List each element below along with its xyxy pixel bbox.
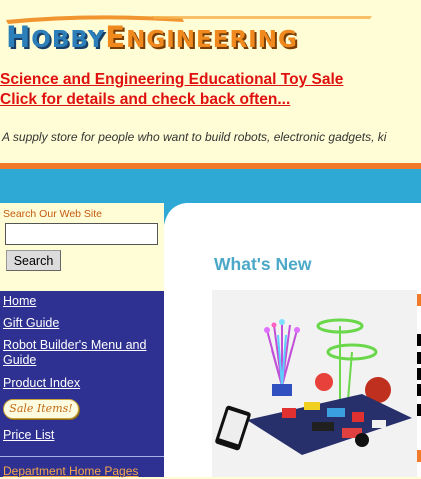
sidebar-item-gift-guide[interactable]: Gift Guide xyxy=(3,316,161,331)
sidebar-item-product-index[interactable]: Product Index xyxy=(3,376,161,391)
sale-link[interactable]: Science and Engineering Educational Toy … xyxy=(0,70,343,90)
main-content: What's New xyxy=(164,203,421,477)
search-panel: Search Our Web Site Search xyxy=(0,203,164,291)
sidebar-item-home[interactable]: Home xyxy=(3,294,161,309)
search-input[interactable] xyxy=(5,223,158,245)
snap-circuits-illustration xyxy=(212,290,417,477)
site-tagline: A supply store for people who want to bu… xyxy=(2,130,387,144)
page-title: What's New xyxy=(214,254,312,274)
content-corner-curve xyxy=(164,203,186,225)
sidebar-divider xyxy=(0,456,164,457)
side-column-clip xyxy=(417,290,421,477)
sidebar-item-robot-builders-guide[interactable]: Robot Builder's Menu and Guide xyxy=(3,338,161,368)
logo-wordmark: HOBBYENGINEERING xyxy=(6,20,298,54)
product-image[interactable] xyxy=(212,290,417,477)
sidebar-nav: Home Gift Guide Robot Builder's Menu and… xyxy=(0,291,164,478)
header-divider-blue xyxy=(0,169,421,203)
sidebar-item-sale-items[interactable]: Sale Items! xyxy=(3,399,79,419)
search-label: Search Our Web Site xyxy=(3,208,103,220)
red-ball-icon xyxy=(315,373,333,391)
sidebar-item-price-list[interactable]: Price List xyxy=(3,428,161,443)
site-header: HOBBYENGINEERING Science and Engineering… xyxy=(0,0,421,168)
sale-announcement: Science and Engineering Educational Toy … xyxy=(0,70,343,110)
search-button[interactable]: Search xyxy=(6,250,61,271)
sale-details-link[interactable]: Click for details and check back often..… xyxy=(0,90,343,110)
